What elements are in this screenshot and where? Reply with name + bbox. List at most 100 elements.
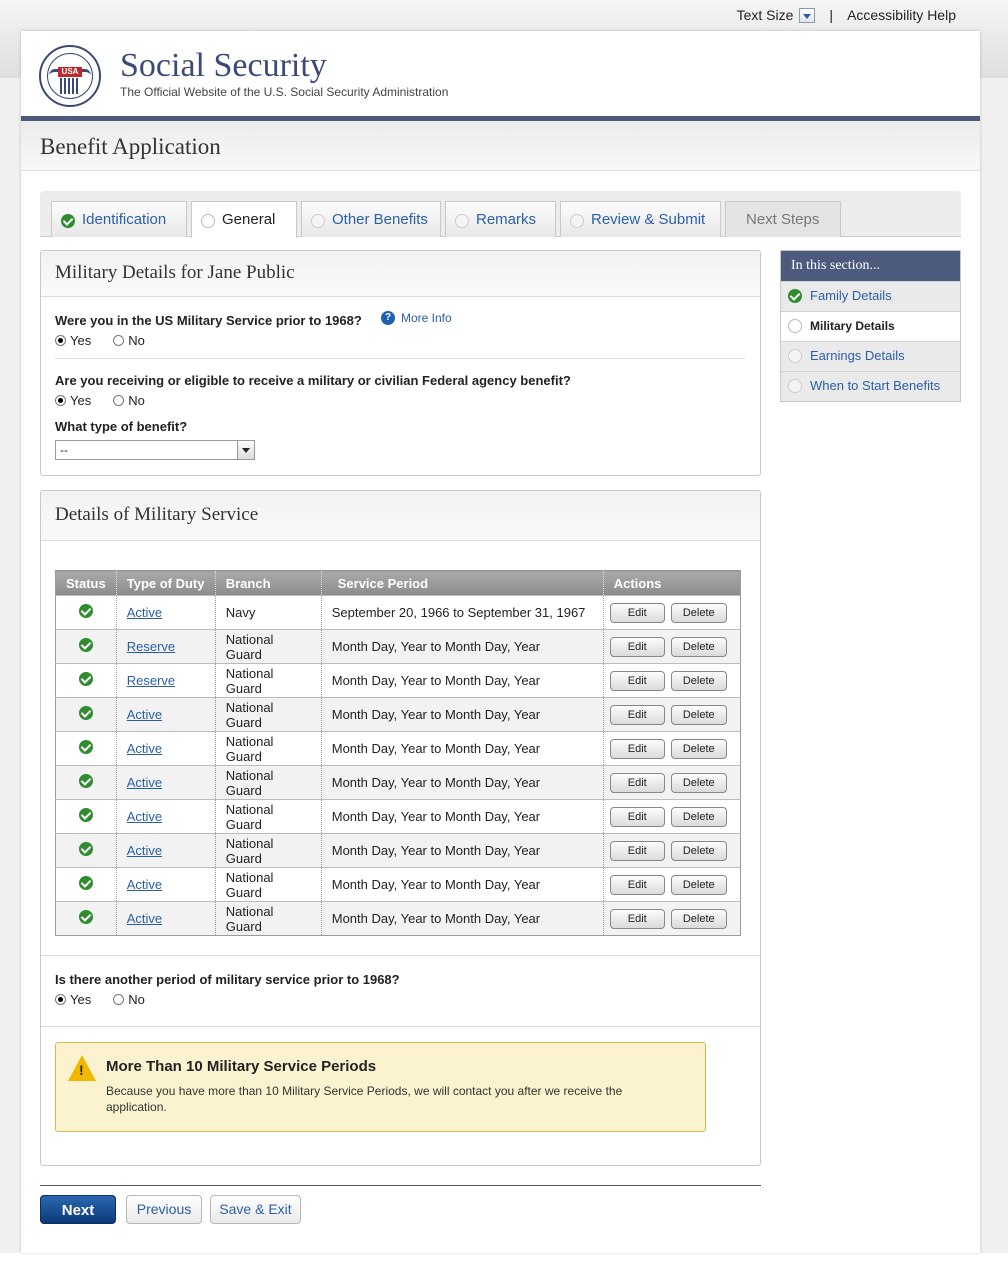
duty-cell: Active [116,595,216,630]
next-button[interactable]: Next [40,1195,116,1224]
branch-cell: National Guard [215,629,322,664]
empty-circle-icon [455,214,469,228]
actions-cell: Edit Delete [603,697,742,732]
sidebar-item-family-details[interactable]: Family Details [781,281,960,311]
edit-button[interactable]: Edit [609,772,665,793]
empty-circle-icon [788,379,802,393]
radio-yes[interactable]: Yes [55,992,91,1007]
delete-button[interactable]: Delete [670,840,727,861]
duty-link[interactable]: Active [127,809,162,824]
sidebar-item-earnings-details[interactable]: Earnings Details [781,341,960,371]
delete-button[interactable]: Delete [670,602,727,623]
delete-button[interactable]: Delete [670,738,727,759]
tab-review-submit[interactable]: Review & Submit [560,201,721,237]
delete-button[interactable]: Delete [670,772,727,793]
radio-label: No [128,992,145,1007]
duty-cell: Active [116,901,216,936]
actions-cell: Edit Delete [603,663,742,698]
radio-label: Yes [70,393,92,408]
radio-no[interactable]: No [113,393,145,408]
accessibility-help-link[interactable]: Accessibility Help [847,7,956,23]
status-cell [55,731,117,766]
column-header-period: Service Period [321,570,604,596]
edit-button[interactable]: Edit [609,874,665,895]
site-title[interactable]: Social Security [120,47,327,85]
more-info-label: More Info [401,311,452,325]
ssa-seal-logo[interactable]: USA [39,45,101,107]
divider [41,955,760,956]
radio-no[interactable]: No [113,333,145,348]
duty-link[interactable]: Reserve [127,673,175,688]
radio-yes[interactable]: Yes [55,333,91,348]
edit-button[interactable]: Edit [609,704,665,725]
duty-link[interactable]: Active [127,911,162,926]
table-row: Active National Guard Month Day, Year to M… [55,799,742,834]
duty-link[interactable]: Active [127,605,162,620]
delete-button[interactable]: Delete [670,908,727,929]
sidebar-item-military-details[interactable]: Military Details [781,311,960,341]
edit-button[interactable]: Edit [609,602,665,623]
benefit-type-select[interactable]: -- [55,440,255,460]
sidebar-item-when-to-start[interactable]: When to Start Benefits [781,371,960,401]
edit-button[interactable]: Edit [609,636,665,657]
table-row: Active Navy September 20, 1966 to Septembe… [55,595,742,630]
radio-group-another-period: Yes No [55,992,167,1007]
more-info-link[interactable]: ? More Info [381,311,452,325]
duty-link[interactable]: Active [127,877,162,892]
radio-group-federal-benefit: Yes No [55,393,167,408]
edit-button[interactable]: Edit [609,908,665,929]
tab-label: General [222,211,276,228]
sidebar-item-label: Military Details [810,319,895,333]
duty-link[interactable]: Active [127,843,162,858]
delete-button[interactable]: Delete [670,704,727,725]
text-size-dropdown-icon[interactable] [799,7,816,23]
previous-button[interactable]: Previous [126,1195,202,1224]
edit-button[interactable]: Edit [609,738,665,759]
save-exit-button[interactable]: Save & Exit [210,1195,301,1224]
table-row: Active National Guard Month Day, Year to M… [55,765,742,800]
tab-label: Next Steps [746,211,820,228]
tab-remarks[interactable]: Remarks [445,201,556,237]
delete-button[interactable]: Delete [670,874,727,895]
table-row: Active National Guard Month Day, Year to M… [55,867,742,902]
radio-no[interactable]: No [113,992,145,1007]
tab-other-benefits[interactable]: Other Benefits [301,201,441,237]
duty-link[interactable]: Active [127,707,162,722]
check-icon [78,672,93,686]
edit-button[interactable]: Edit [609,806,665,827]
tab-identification[interactable]: Identification [51,201,187,237]
duty-link[interactable]: Active [127,741,162,756]
military-service-table: Status Type of Duty Branch Service Perio… [55,570,742,936]
table-row: Active National Guard Month Day, Year to M… [55,697,742,732]
actions-cell: Edit Delete [603,629,742,664]
delete-button[interactable]: Delete [670,670,727,691]
chevron-down-icon [237,441,254,459]
radio-label: Yes [70,333,92,348]
duty-link[interactable]: Reserve [127,639,175,654]
branch-cell: National Guard [215,663,322,698]
text-size-label[interactable]: Text Size [737,7,794,23]
delete-button[interactable]: Delete [670,636,727,657]
delete-button[interactable]: Delete [670,806,727,827]
empty-circle-icon [201,214,215,228]
radio-yes[interactable]: Yes [55,393,91,408]
radio-group-military-prior: Yes No [55,333,167,348]
period-cell: Month Day, Year to Month Day, Year [321,663,604,698]
tab-bar: Identification General Other Benefits Re… [40,191,961,238]
table-body: Active Navy September 20, 1966 to Septembe… [55,595,742,936]
radio-unselected-icon [113,395,125,406]
seal-stripes [60,78,80,94]
duty-link[interactable]: Active [127,775,162,790]
actions-cell: Edit Delete [603,595,742,630]
tab-general[interactable]: General [191,201,297,238]
actions-cell: Edit Delete [603,867,742,902]
table-row: Active National Guard Month Day, Year to M… [55,731,742,766]
seal-usa: USA [58,67,82,77]
edit-button[interactable]: Edit [609,840,665,861]
status-cell [55,663,117,698]
check-icon [78,706,93,720]
check-icon [78,842,93,856]
tab-label: Other Benefits [332,211,428,228]
edit-button[interactable]: Edit [609,670,665,691]
duty-cell: Reserve [116,663,216,698]
